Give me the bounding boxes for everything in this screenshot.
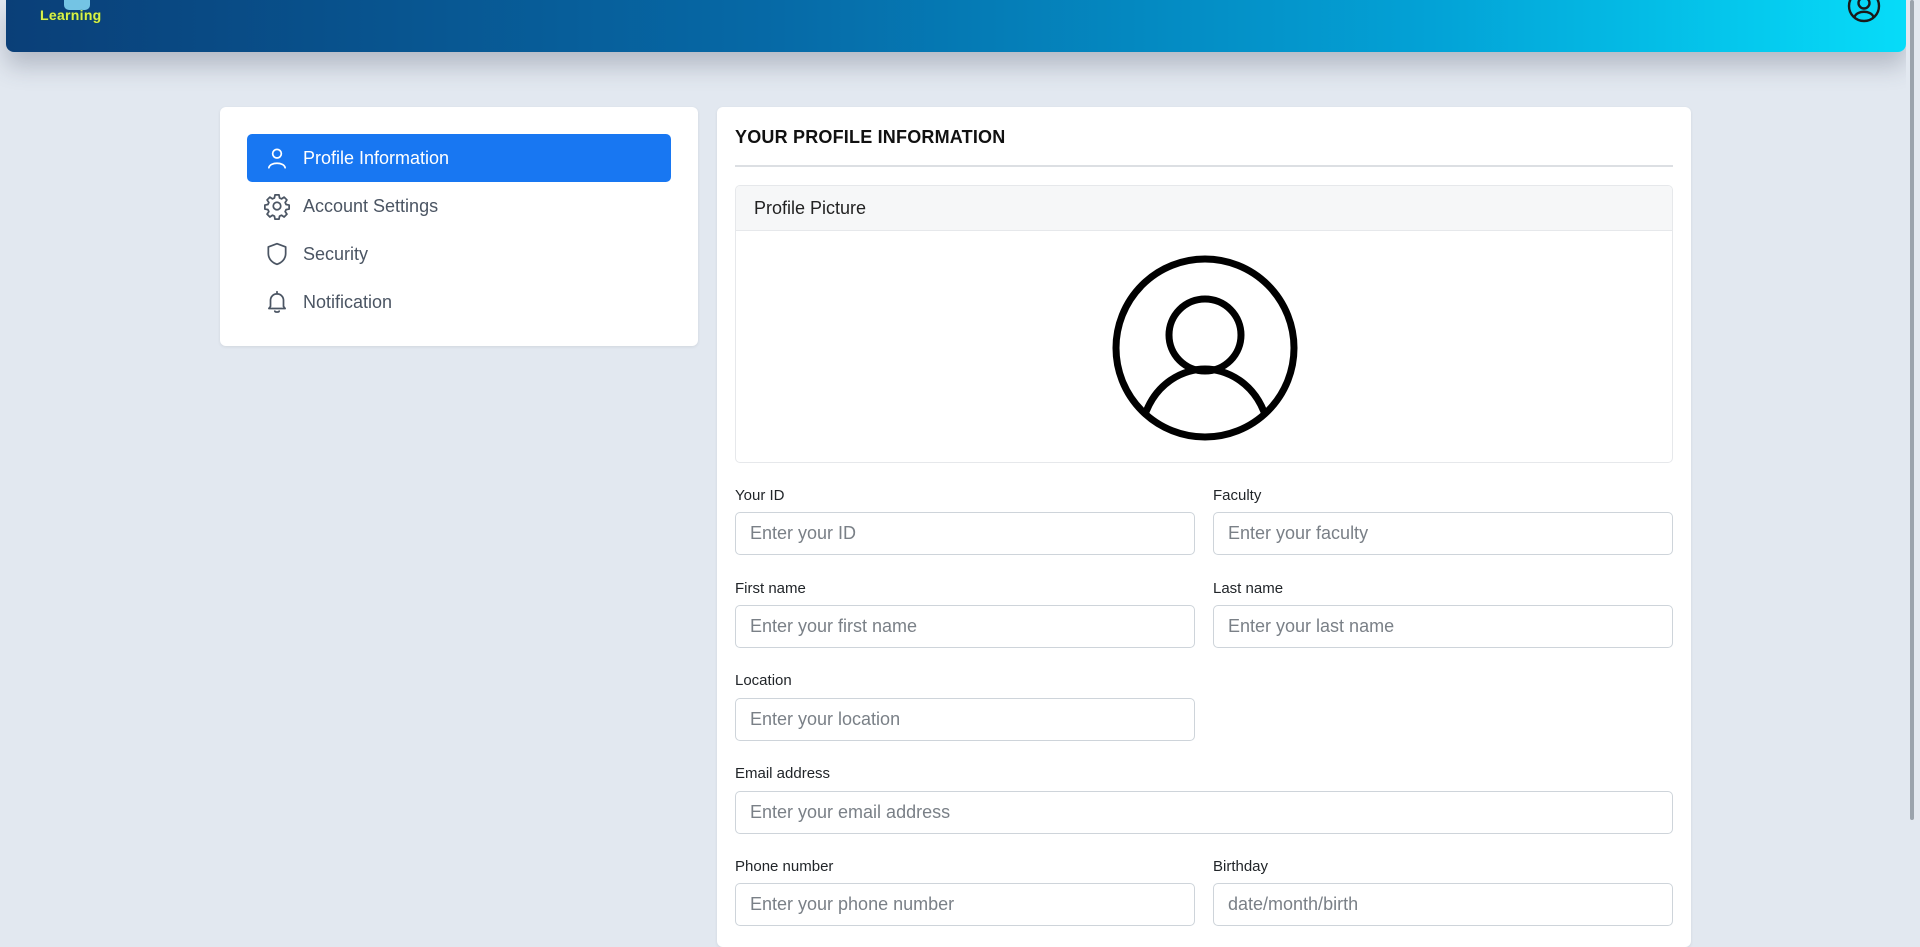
faculty-field[interactable] (1213, 512, 1673, 555)
sidebar-item-label: Notification (303, 291, 393, 312)
id-label: Your ID (735, 487, 785, 504)
first-name-label: First name (735, 580, 806, 597)
user-icon (263, 144, 291, 172)
profile-picture-panel: Profile Picture (735, 185, 1673, 463)
profile-picture-header: Profile Picture (736, 186, 1672, 231)
location-label: Location (735, 672, 792, 689)
sidebar-item-label: Security (303, 243, 369, 264)
sidebar-item-notification[interactable]: Notification (247, 278, 671, 326)
email-label: Email address (735, 765, 831, 782)
first-name-field[interactable] (735, 605, 1195, 648)
scrollbar-thumb[interactable] (1910, 0, 1914, 820)
logo-text: Learning (40, 7, 102, 23)
bell-icon (263, 288, 291, 316)
faculty-label: Faculty (1213, 487, 1262, 504)
sidebar-item-label: Profile Information (303, 147, 450, 168)
page-scrollbar[interactable] (1906, 0, 1920, 931)
account-avatar-icon[interactable] (1846, 0, 1882, 24)
id-field[interactable] (735, 512, 1195, 555)
sidebar-item-security[interactable]: Security (247, 230, 671, 278)
birthday-field[interactable] (1213, 883, 1673, 926)
profile-information-card: YOUR PROFILE INFORMATION Profile Picture… (717, 107, 1691, 947)
shield-icon (263, 240, 291, 268)
location-field[interactable] (735, 698, 1195, 741)
title-divider (735, 165, 1673, 167)
gear-icon (263, 192, 291, 220)
birthday-label: Birthday (1213, 858, 1269, 875)
email-field[interactable] (735, 791, 1673, 834)
sidebar-item-account-settings[interactable]: Account Settings (247, 182, 671, 230)
last-name-field[interactable] (1213, 605, 1673, 648)
phone-field[interactable] (735, 883, 1195, 926)
last-name-label: Last name (1213, 580, 1284, 597)
user-circle-icon[interactable] (1110, 253, 1300, 443)
page-title: YOUR PROFILE INFORMATION (735, 127, 1006, 147)
sidebar-item-label: Account Settings (303, 195, 439, 216)
settings-sidebar: Profile Information Account Settings Sec… (220, 107, 698, 346)
phone-label: Phone number (735, 858, 834, 875)
sidebar-item-profile-information[interactable]: Profile Information (247, 134, 671, 182)
top-navbar: Learning (6, 0, 1906, 52)
app-logo[interactable]: Learning (40, 0, 120, 26)
